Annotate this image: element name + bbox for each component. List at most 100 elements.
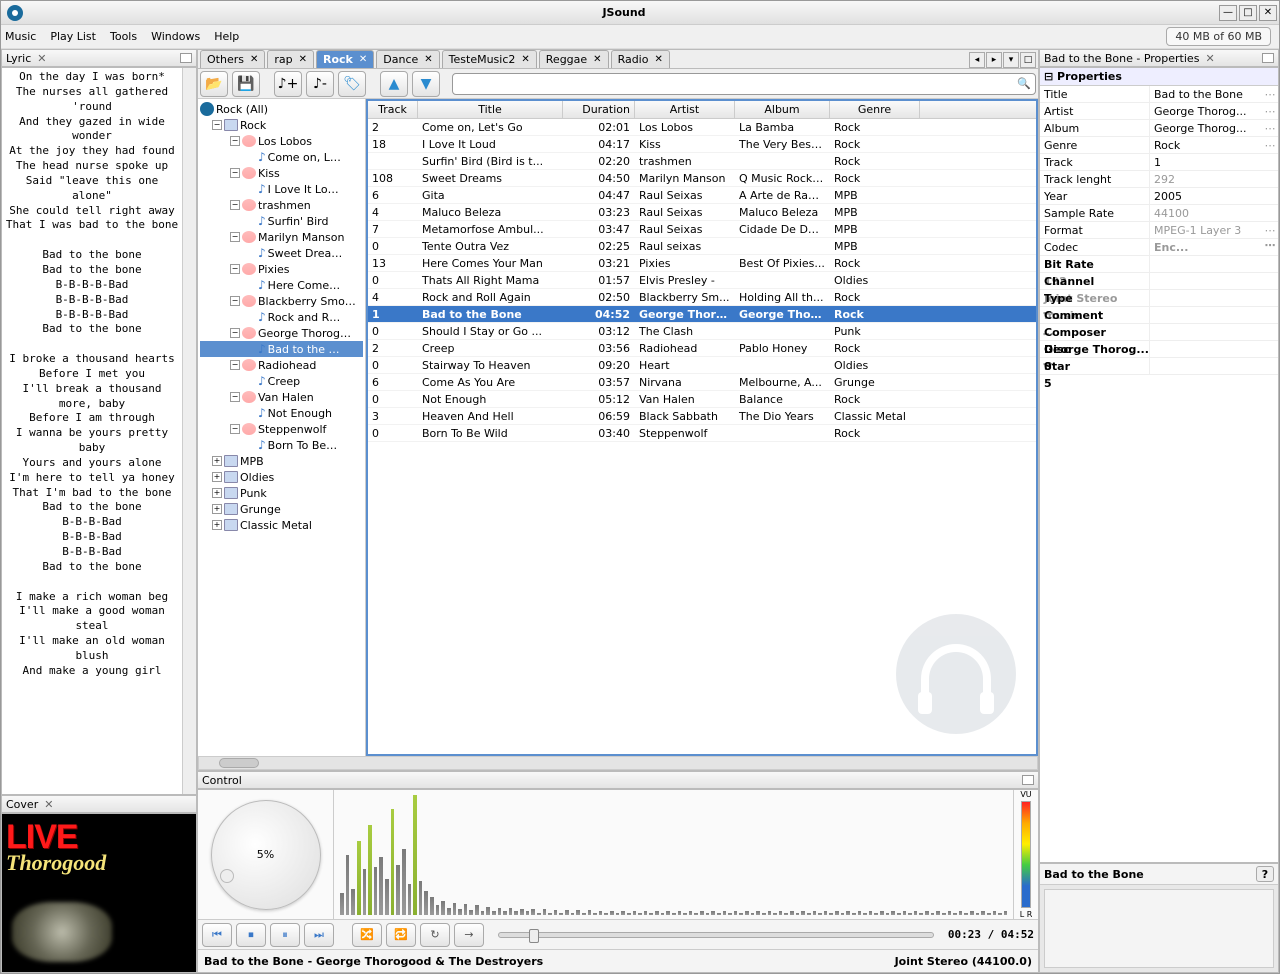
tab-close-icon[interactable]: ✕ [521,54,529,65]
tab-menu[interactable]: ▾ [1003,52,1019,68]
menu-music[interactable]: Music [5,30,36,43]
tree-artist[interactable]: − George Thorog… [200,325,363,341]
prop-codec[interactable]: Codec Enc... ⋯ [1040,239,1278,256]
tree-hscroll[interactable] [198,756,1038,770]
tree-genre[interactable]: + Punk [200,485,363,501]
tree-track[interactable]: ♪ Come on, L… [200,149,363,165]
tab-close-icon[interactable]: ✕ [593,54,601,65]
tree-artist[interactable]: − Radiohead [200,357,363,373]
track-row[interactable]: 6 Gita 04:47 Raul Seixas A Arte de Raul.… [368,187,1036,204]
tag-button[interactable]: 🏷 [338,71,366,97]
lyric-text[interactable]: On the day I was born* The nurses all ga… [2,68,182,794]
tree-artist[interactable]: − Los Lobos [200,133,363,149]
tree-track[interactable]: ♪ Surfin' Bird [200,213,363,229]
tree-track[interactable]: ♪ Creep [200,373,363,389]
prop-channel[interactable]: Channel Joint Stereo ⋯ [1040,273,1278,290]
prop-edit-icon[interactable]: ⋯ [1262,239,1278,252]
menu-windows[interactable]: Windows [151,30,200,43]
track-row[interactable]: 0 Should I Stay or Go ... 03:12 The Clas… [368,323,1036,340]
properties-close[interactable]: ✕ [1205,52,1214,65]
loop-one-button[interactable]: ↻ [420,923,450,947]
menu-help[interactable]: Help [214,30,239,43]
tree-artist[interactable]: − Blackberry Smo… [200,293,363,309]
prop-edit-icon[interactable] [1262,154,1278,170]
lyric-scrollbar[interactable] [182,68,196,794]
tab-dance[interactable]: Dance✕ [376,50,439,68]
help-button[interactable]: ? [1256,866,1274,882]
tracks-body[interactable]: 2 Come on, Let's Go 02:01 Los Lobos La B… [368,119,1036,442]
remove-track-button[interactable]: ♪- [306,71,334,97]
col-duration[interactable]: Duration [563,101,635,118]
prop-title[interactable]: Title Bad to the Bone ⋯ [1040,86,1278,103]
tree-genre[interactable]: + MPB [200,453,363,469]
tree-artist[interactable]: − Pixies [200,261,363,277]
lyric-panel-close[interactable]: ✕ [37,52,46,65]
track-row[interactable]: 0 Stairway To Heaven 09:20 Heart Oldies [368,357,1036,374]
prop-type[interactable]: Type music [1040,290,1278,307]
next-button[interactable]: ⏭ [304,923,334,947]
tree-track[interactable]: ♪ Born To Be… [200,437,363,453]
prop-track-lenght[interactable]: Track lenght 292 [1040,171,1278,188]
prop-sample-rate[interactable]: Sample Rate 44100 [1040,205,1278,222]
prop-star[interactable]: Star 5 [1040,358,1278,375]
prev-button[interactable]: ⏮ [202,923,232,947]
prop-edit-icon[interactable]: ⋯ [1262,103,1278,119]
tree-track[interactable]: ♪ Rock and R… [200,309,363,325]
tree-pane[interactable]: Rock (All)− Rock− Los Lobos♪ Come on, L…… [198,99,366,756]
prop-edit-icon[interactable]: ⋯ [1262,137,1278,153]
volume-knob[interactable]: 5% [211,800,321,910]
tree-genre[interactable]: + Grunge [200,501,363,517]
tree-track[interactable]: ♪ I Love It Lo… [200,181,363,197]
track-row[interactable]: 0 Born To Be Wild 03:40 Steppenwolf Rock [368,425,1036,442]
menu-play-list[interactable]: Play List [50,30,96,43]
col-title[interactable]: Title [418,101,563,118]
shuffle-button[interactable]: 🔀 [352,923,382,947]
tab-reggae[interactable]: Reggae✕ [539,50,609,68]
prop-album[interactable]: Album George Thorog... ⋯ [1040,120,1278,137]
prop-track[interactable]: Track 1 [1040,154,1278,171]
open-folder-button[interactable]: 📂 [200,71,228,97]
save-button[interactable]: 💾 [232,71,260,97]
stop-button[interactable]: ⏹ [236,923,266,947]
tree-track[interactable]: ♪ Sweet Drea… [200,245,363,261]
track-row[interactable]: 2 Come on, Let's Go 02:01 Los Lobos La B… [368,119,1036,136]
tree-artist[interactable]: − trashmen [200,197,363,213]
tree-track[interactable]: ♪ Bad to the … [200,341,363,357]
close-button[interactable]: ✕ [1259,5,1277,21]
prop-edit-icon[interactable] [1262,188,1278,204]
control-panel-minimize[interactable] [1022,775,1034,785]
track-row[interactable]: 6 Come As You Are 03:57 Nirvana Melbourn… [368,374,1036,391]
track-row[interactable]: 108 Sweet Dreams 04:50 Marilyn Manson Q … [368,170,1036,187]
col-genre[interactable]: Genre [830,101,920,118]
col-artist[interactable]: Artist [635,101,735,118]
lyric-panel-minimize[interactable] [180,53,192,63]
tab-testemusic2[interactable]: TesteMusic2✕ [442,50,537,68]
minimize-button[interactable]: — [1219,5,1237,21]
track-row[interactable]: 7 Metamorfose Ambul... 03:47 Raul Seixas… [368,221,1036,238]
tree-root[interactable]: Rock (All) [200,101,363,117]
prop-year[interactable]: Year 2005 [1040,188,1278,205]
track-row[interactable]: 4 Maluco Beleza 03:23 Raul Seixas Maluco… [368,204,1036,221]
prop-edit-icon[interactable] [1262,171,1278,187]
tree-track[interactable]: ♪ Here Come… [200,277,363,293]
prop-disc[interactable]: Disc 0 [1040,341,1278,358]
track-row[interactable]: 13 Here Comes Your Man 03:21 Pixies Best… [368,255,1036,272]
menu-tools[interactable]: Tools [110,30,137,43]
tree-genre[interactable]: + Classic Metal [200,517,363,533]
prop-edit-icon[interactable]: ⋯ [1262,86,1278,102]
tab-close-icon[interactable]: ✕ [299,54,307,65]
tab-rock[interactable]: Rock✕ [316,50,374,68]
tab-close-icon[interactable]: ✕ [654,54,662,65]
track-row[interactable]: 1 Bad to the Bone 04:52 George Thoro... … [368,306,1036,323]
track-row[interactable]: 0 Tente Outra Vez 02:25 Raul seixas MPB [368,238,1036,255]
tab-radio[interactable]: Radio✕ [611,50,670,68]
track-row[interactable]: 2 Creep 03:56 Radiohead Pablo Honey Rock [368,340,1036,357]
seek-slider[interactable] [498,932,934,938]
tab-rap[interactable]: rap✕ [267,50,314,68]
tree-genre[interactable]: − Rock [200,117,363,133]
prop-edit-icon[interactable]: ⋯ [1262,120,1278,136]
tree-artist[interactable]: − Kiss [200,165,363,181]
prop-format[interactable]: Format MPEG-1 Layer 3 ⋯ [1040,222,1278,239]
pause-button[interactable]: ⏸ [270,923,300,947]
track-row[interactable]: 0 Thats All Right Mama 01:57 Elvis Presl… [368,272,1036,289]
